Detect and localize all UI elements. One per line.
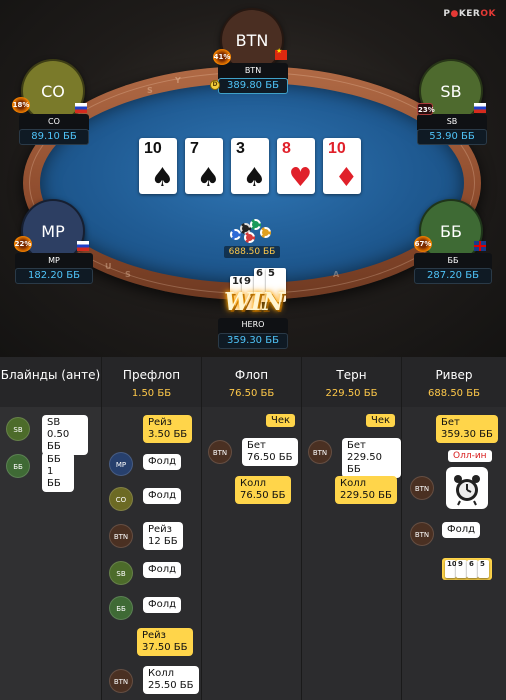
column-header-preflop: Префлоп 1.50 ББ bbox=[102, 357, 202, 407]
action-bubble: ББ 1 ББ bbox=[42, 452, 74, 492]
board-card: 3 ♠ bbox=[231, 138, 269, 194]
position-chip: SB bbox=[109, 561, 133, 585]
action-bubble: Бет 359.30 ББ bbox=[436, 415, 498, 443]
check-tag: Чек bbox=[366, 414, 396, 427]
action-bubble: Фолд bbox=[143, 488, 182, 504]
column-header-river: Ривер 688.50 ББ bbox=[402, 357, 506, 407]
pot-amount: 688.50 ББ bbox=[224, 246, 280, 258]
seat-name: BTN bbox=[244, 66, 262, 75]
action-bubble: Фолд bbox=[143, 454, 182, 470]
action-bubble: Колл 76.50 ББ bbox=[235, 476, 291, 504]
seat-name: MP bbox=[48, 256, 60, 265]
action-bubble: SB 0.50 ББ bbox=[42, 415, 88, 455]
board-card: 10 ♠ bbox=[139, 138, 177, 194]
rail-letter: U bbox=[105, 262, 112, 271]
seat-stack: 53.90 ББ bbox=[417, 129, 487, 145]
rail-letter: Y bbox=[175, 76, 181, 85]
position-chip: BTN bbox=[410, 522, 434, 546]
flag-ru-icon bbox=[77, 241, 89, 251]
board-card: 7 ♠ bbox=[185, 138, 223, 194]
column-header-flop: Флоп 76.50 ББ bbox=[202, 357, 302, 407]
position-chip: BTN bbox=[308, 440, 332, 464]
position-chip: BTN bbox=[410, 476, 434, 500]
equity-badge: 41% bbox=[213, 49, 231, 65]
flag-gb-icon bbox=[474, 241, 486, 251]
rail-letter: A bbox=[333, 270, 340, 279]
action-bubble: Фолд bbox=[143, 562, 182, 578]
action-bubble: Фолд bbox=[442, 522, 481, 538]
blinds-column: SB SB 0.50 ББ ББ ББ 1 ББ bbox=[0, 407, 102, 700]
action-bubble: Бет 76.50 ББ bbox=[242, 438, 298, 466]
pokerok-logo: P●KEROK bbox=[443, 9, 496, 19]
equity-badge: 22% bbox=[14, 236, 32, 252]
showdown-card: 5 bbox=[478, 560, 489, 578]
seat-name: CO bbox=[48, 117, 60, 126]
showdown-card: 9 bbox=[456, 560, 467, 578]
flop-column: Чек BTN Бет 76.50 ББ Колл 76.50 ББ bbox=[202, 407, 302, 700]
check-tag: Чек bbox=[266, 414, 296, 427]
action-bubble: Колл 25.50 ББ bbox=[143, 666, 199, 694]
preflop-column: Рейз 3.50 ББ MP Фолд CO Фолд BTN Рейз 12 Б… bbox=[102, 407, 202, 700]
seat-stack: 389.80 ББ bbox=[218, 78, 288, 94]
allin-tag: Олл-ин bbox=[448, 450, 492, 462]
hand-history-panel: Блайнды (анте) Префлоп 1.50 ББ Флоп 76.50 … bbox=[0, 357, 506, 700]
seat-name: SB bbox=[446, 117, 458, 126]
equity-badge: 23% bbox=[417, 103, 435, 115]
rail-letter: S bbox=[125, 270, 131, 279]
column-header-turn: Терн 229.50 ББ bbox=[302, 357, 402, 407]
seat-stack: 182.20 ББ bbox=[15, 268, 93, 284]
position-chip: ББ bbox=[6, 454, 30, 478]
showdown-card: 6 bbox=[467, 560, 478, 578]
showdown-card: 10 bbox=[445, 560, 457, 578]
poker-hand-replay: { "brand": { "logo_prefix": "P", "logo_m… bbox=[0, 0, 506, 700]
flag-ru-icon bbox=[75, 103, 87, 113]
seat-stack: 287.20 ББ bbox=[414, 268, 492, 284]
river-column: Бет 359.30 ББ Олл-ин BTN BTN Фолд 10 9 6 … bbox=[402, 407, 506, 700]
action-bubble: Колл 229.50 ББ bbox=[335, 476, 397, 504]
column-header-blinds: Блайнды (анте) bbox=[0, 357, 102, 407]
turn-column: Чек BTN Бет 229.50 ББ Колл 229.50 ББ bbox=[302, 407, 402, 700]
flag-cn-icon bbox=[275, 47, 287, 60]
action-bubble: Рейз 12 ББ bbox=[143, 522, 183, 550]
pot-chips-icon bbox=[230, 219, 274, 245]
position-chip: MP bbox=[109, 452, 133, 476]
board-card: 10 ♦ bbox=[323, 138, 361, 194]
flag-ru-icon bbox=[474, 103, 486, 113]
dealer-button-icon: D bbox=[210, 80, 220, 90]
win-banner: WIN bbox=[223, 287, 285, 316]
seat-name: HERO bbox=[241, 320, 265, 329]
timer-box bbox=[446, 467, 488, 509]
action-bubble: Рейз 37.50 ББ bbox=[137, 628, 193, 656]
position-chip: BTN bbox=[109, 524, 133, 548]
action-bubble: Рейз 3.50 ББ bbox=[143, 415, 193, 443]
seat-name: ББ bbox=[447, 256, 459, 265]
position-chip: BTN bbox=[208, 440, 232, 464]
seat-stack: 359.30 ББ bbox=[218, 333, 288, 349]
position-chip: ББ bbox=[109, 596, 133, 620]
alarm-clock-icon bbox=[454, 475, 480, 506]
showdown-cards: 10 9 6 5 bbox=[442, 558, 492, 580]
seat-stack: 89.10 ББ bbox=[19, 129, 89, 145]
board-card: 8 ♥ bbox=[277, 138, 315, 194]
position-chip: CO bbox=[109, 487, 133, 511]
position-chip: BTN bbox=[109, 669, 133, 693]
poker-table-area: P●KEROK S Y U S A BTN BTN 389.80 ББ 41% … bbox=[0, 0, 506, 357]
action-bubble: Фолд bbox=[143, 597, 182, 613]
position-chip: SB bbox=[6, 417, 30, 441]
equity-badge: 67% bbox=[414, 236, 432, 252]
rail-letter: S bbox=[147, 86, 153, 95]
equity-badge: 18% bbox=[12, 97, 30, 113]
action-bubble: Бет 229.50 ББ bbox=[342, 438, 401, 478]
